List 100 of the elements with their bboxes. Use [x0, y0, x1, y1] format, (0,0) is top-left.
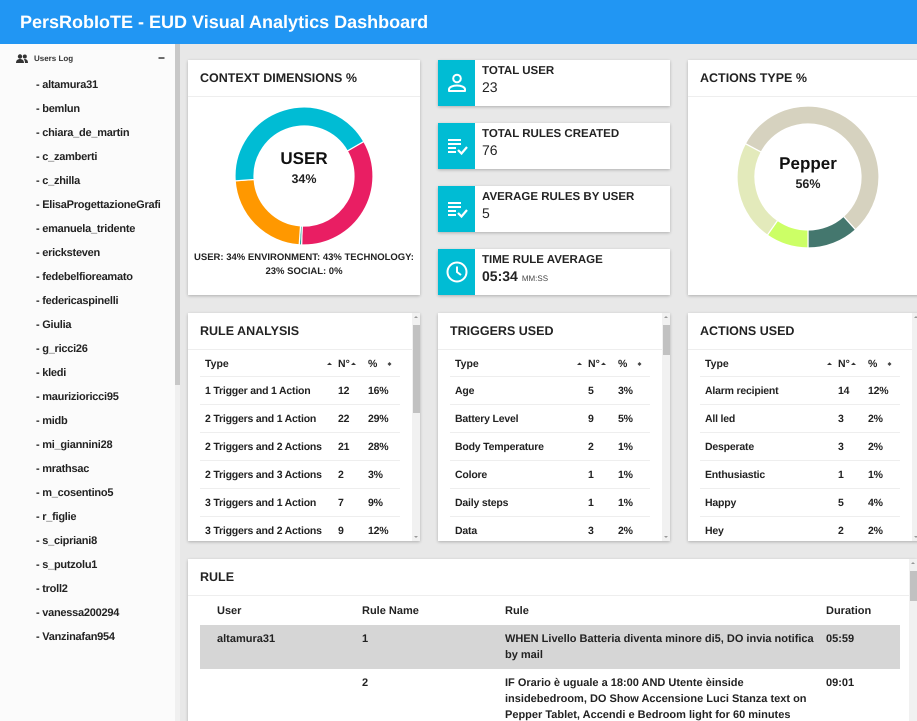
card-title: ACTIONS TYPE % [700, 71, 807, 85]
column-header[interactable]: Duration [826, 605, 872, 617]
scrollbar[interactable] [175, 44, 180, 721]
table-cell-text: 3% [618, 384, 634, 398]
arrow-up-icon[interactable] [413, 315, 419, 319]
sort-up-icon[interactable] [577, 360, 582, 366]
table-cell-text: 2 [338, 468, 345, 482]
table-cell-text: 2 Triggers and 2 Actions [204, 440, 323, 454]
table-row[interactable]: altamura31 1 WHEN Livello Batteria diventa minore di5, DO invia notifica by mail 05:59 [200, 625, 900, 669]
column-header[interactable]: Rule [505, 605, 529, 617]
table-cell-text: 12 [338, 384, 350, 398]
table-cell-text: 3 [838, 412, 845, 426]
sort-icon[interactable] [387, 360, 392, 366]
column-header[interactable]: % [368, 358, 378, 370]
card-title: RULE ANALYSIS [200, 324, 300, 338]
column-header[interactable]: N° [588, 358, 600, 370]
table-cell-text: 2% [868, 412, 884, 426]
table-cell-text: Alarm recipient [704, 384, 780, 398]
user-item[interactable]: - Vanzinafan954 [0, 625, 115, 649]
card-title: RULE [200, 570, 234, 584]
table-cell: 2 [362, 677, 368, 689]
sort-icon[interactable] [637, 360, 642, 366]
user-item[interactable]: - ericksteven [0, 241, 100, 265]
scrollbar[interactable] [662, 313, 670, 541]
user-item[interactable]: - emanuela_tridente [0, 217, 136, 241]
table-cell-text: Happy [704, 496, 738, 510]
column-header[interactable]: Rule Name [362, 605, 419, 617]
column-header[interactable]: % [868, 358, 878, 370]
sort-up-icon[interactable] [827, 360, 832, 366]
user-item[interactable]: - Giulia [0, 313, 72, 337]
user-item[interactable]: - midb [0, 409, 68, 433]
user-item[interactable]: - r_figlie [0, 505, 76, 529]
table-cell-text: 2% [868, 440, 884, 454]
table-cell-text: 1 [838, 468, 845, 482]
user-item[interactable]: - maurizioricci95 [0, 385, 119, 409]
unit-label: MM:SS [522, 274, 548, 283]
user-item[interactable]: - troll2 [0, 577, 68, 601]
app-title: PersRobIoTE - EUD Visual Analytics Dashboard [19, 11, 428, 33]
table-cell-text: 9 [588, 412, 595, 426]
column-header[interactable]: N° [838, 358, 850, 370]
user-item[interactable]: - federicaspinelli [0, 289, 118, 313]
sort-icon[interactable] [887, 360, 892, 366]
column-header[interactable]: N° [338, 358, 350, 370]
table-cell-text: 5 [588, 384, 595, 398]
arrow-down-icon[interactable] [413, 535, 419, 539]
user-item[interactable]: - mrathsac [0, 457, 90, 481]
user-item[interactable]: - g_ricci26 [0, 337, 88, 361]
table-cell-text: 9% [368, 496, 384, 510]
table-cell-text: 2 [588, 440, 595, 454]
donut-center-label: USER [280, 149, 328, 169]
table-cell-text: Age [454, 384, 476, 398]
table-cell-text: Battery Level [454, 412, 520, 426]
table-cell-text: 3 [588, 524, 595, 538]
card-title: TRIGGERS USED [450, 324, 554, 338]
table-cell-text: 9 [338, 524, 345, 538]
scrollbar[interactable] [909, 559, 917, 721]
table-cell-text: 1% [618, 496, 634, 510]
user-item[interactable]: - ElisaProgettazioneGrafi [0, 193, 161, 217]
column-header[interactable]: User [217, 605, 242, 617]
scrollbar[interactable] [412, 313, 420, 541]
table-cell-text: Hey [704, 524, 725, 538]
user-item[interactable]: - c_zhilla [0, 169, 80, 193]
sort-up-icon[interactable] [600, 360, 606, 366]
sort-up-icon[interactable] [350, 360, 356, 366]
table-cell-text: 29% [368, 412, 390, 426]
user-item[interactable]: - altamura31 [0, 73, 98, 97]
column-header[interactable]: % [618, 358, 628, 370]
sort-up-icon[interactable] [327, 360, 332, 366]
user-item[interactable]: - s_putzolu1 [0, 553, 98, 577]
scroll-thumb[interactable] [910, 571, 916, 601]
table-cell: altamura31 [217, 633, 276, 645]
table-cell-text: 1% [618, 440, 634, 454]
user-item[interactable]: - bemlun [0, 97, 80, 121]
scroll-thumb[interactable] [662, 325, 670, 355]
user-item[interactable]: - m_cosentino5 [0, 481, 114, 505]
arrow-down-icon[interactable] [663, 535, 669, 539]
user-item[interactable]: - s_cipriani8 [0, 529, 97, 553]
column-header[interactable]: Type [205, 358, 229, 370]
user-item[interactable]: - kledi [0, 361, 66, 385]
user-item[interactable]: - fedebelfioreamato [0, 265, 133, 289]
stat-value: 05:34 [482, 268, 518, 284]
user-item[interactable]: - vanessa200294 [0, 601, 120, 625]
collapse-button[interactable]: − [156, 51, 167, 65]
table-cell-text: 4% [868, 496, 884, 510]
user-item[interactable]: - chiara_de_martin [0, 121, 130, 145]
column-header[interactable]: Type [455, 358, 479, 370]
clock-icon [444, 260, 468, 284]
column-header[interactable]: Type [705, 358, 729, 370]
arrow-up-icon[interactable] [910, 561, 916, 565]
table-cell-text: 1 [588, 468, 595, 482]
table-cell-text: 14 [838, 384, 850, 398]
user-item[interactable]: - mi_giannini28 [0, 433, 112, 457]
sort-up-icon[interactable] [850, 360, 856, 366]
user-item[interactable]: - c_zamberti [0, 145, 98, 169]
stat-title: TIME RULE AVERAGE [482, 254, 603, 266]
table-cell-text: 1 Trigger and 1 Action [204, 384, 312, 398]
scroll-thumb[interactable] [412, 325, 420, 413]
donut-center-value: 34% [291, 172, 317, 186]
arrow-up-icon[interactable] [663, 315, 669, 319]
stat-value: 23 [482, 79, 498, 95]
